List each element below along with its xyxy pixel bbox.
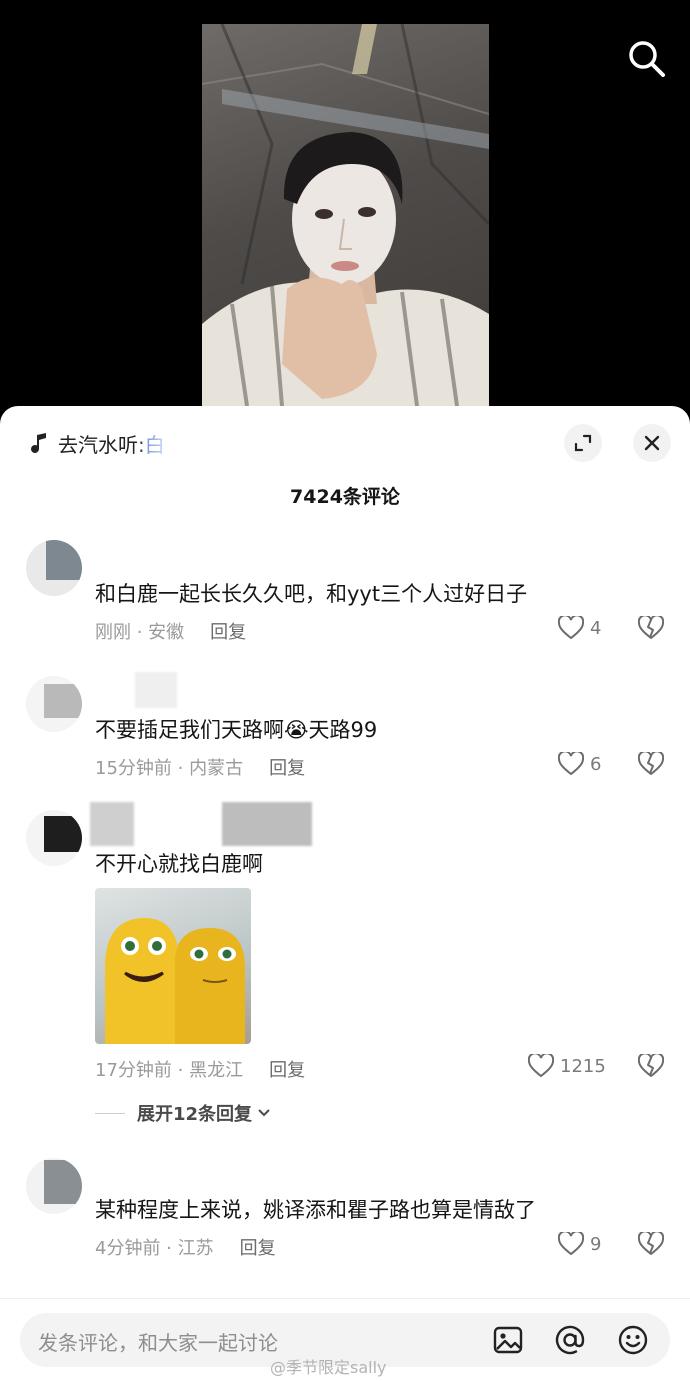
emoji-button[interactable] bbox=[617, 1324, 649, 1356]
reply-button[interactable]: 回复 bbox=[240, 1234, 276, 1260]
divider-line bbox=[95, 1112, 125, 1114]
avatar[interactable] bbox=[26, 810, 82, 866]
yellow-creatures-sticker bbox=[105, 918, 245, 1044]
comment-time-location: 刚刚 · 安徽 bbox=[95, 622, 185, 643]
broken-heart-icon bbox=[637, 1230, 665, 1255]
image-button[interactable] bbox=[492, 1324, 524, 1356]
blurred-username bbox=[90, 802, 134, 846]
at-icon bbox=[555, 1325, 585, 1355]
avatar[interactable] bbox=[26, 676, 82, 732]
heart-icon bbox=[558, 1232, 584, 1256]
reply-button[interactable]: 回复 bbox=[269, 754, 305, 780]
video-frame[interactable] bbox=[202, 24, 489, 406]
like-count: 4 bbox=[590, 617, 602, 639]
like-count: 1215 bbox=[560, 1055, 606, 1077]
blurred-username bbox=[135, 672, 177, 708]
like-button[interactable]: 6 bbox=[558, 752, 601, 776]
reply-button[interactable]: 回复 bbox=[269, 1056, 305, 1082]
reply-button[interactable]: 回复 bbox=[210, 618, 246, 644]
close-button[interactable] bbox=[633, 424, 671, 462]
blurred-username bbox=[222, 802, 312, 846]
comment-time-location: 4分钟前 · 江苏 bbox=[95, 1238, 214, 1259]
heart-icon bbox=[558, 752, 584, 776]
dislike-button[interactable] bbox=[637, 1052, 665, 1080]
avatar[interactable] bbox=[26, 540, 82, 596]
video-area[interactable] bbox=[0, 0, 690, 430]
smile-icon bbox=[618, 1325, 648, 1355]
heart-icon bbox=[558, 616, 584, 640]
comment-input-placeholder: 发条评论，和大家一起讨论 bbox=[38, 1331, 278, 1355]
broken-heart-icon bbox=[637, 750, 665, 775]
heart-icon bbox=[528, 1054, 554, 1078]
broken-heart-icon bbox=[637, 1052, 665, 1077]
search-button[interactable] bbox=[626, 38, 668, 80]
music-link-row[interactable]: 去汽水听: 白 bbox=[28, 428, 175, 458]
like-button[interactable]: 4 bbox=[558, 616, 601, 640]
comment-text: 某种程度上来说，姚译添和瞿子路也算是情敌了 bbox=[95, 1198, 536, 1222]
comment-meta: 4分钟前 · 江苏 回复 bbox=[95, 1234, 276, 1260]
expand-button[interactable] bbox=[564, 424, 602, 462]
comment-meta: 17分钟前 · 黑龙江 回复 bbox=[95, 1056, 305, 1082]
expand-replies-label: 展开12条回复 bbox=[137, 1104, 253, 1125]
music-fade bbox=[134, 431, 175, 455]
image-icon bbox=[493, 1326, 523, 1354]
dislike-button[interactable] bbox=[637, 1230, 665, 1258]
like-button[interactable]: 1215 bbox=[528, 1054, 606, 1078]
broken-heart-icon bbox=[637, 614, 665, 639]
comment-count: 7424条评论 bbox=[290, 486, 400, 508]
dislike-button[interactable] bbox=[637, 750, 665, 778]
bottom-input-bar: 发条评论，和大家一起讨论 @季节限定sally bbox=[0, 1298, 690, 1381]
sticker-image[interactable] bbox=[95, 888, 251, 1044]
comment-text: 不要插足我们天路啊😭天路99 bbox=[95, 718, 378, 742]
avatar[interactable] bbox=[26, 1158, 82, 1214]
expand-icon bbox=[574, 434, 592, 452]
search-icon bbox=[629, 41, 665, 77]
music-note-icon bbox=[31, 433, 46, 453]
video-thumbnail bbox=[202, 24, 489, 406]
like-count: 6 bbox=[590, 753, 602, 775]
dislike-button[interactable] bbox=[637, 614, 665, 642]
comment-time-location: 15分钟前 · 内蒙古 bbox=[95, 758, 244, 779]
like-button[interactable]: 9 bbox=[558, 1232, 601, 1256]
close-icon bbox=[644, 435, 660, 451]
music-prefix: 去汽水听: bbox=[58, 432, 145, 457]
comment-time-location: 17分钟前 · 黑龙江 bbox=[95, 1060, 244, 1081]
comment-text: 不开心就找白鹿啊 bbox=[95, 852, 263, 876]
comment-meta: 15分钟前 · 内蒙古 回复 bbox=[95, 754, 305, 780]
like-count: 9 bbox=[590, 1233, 602, 1255]
mention-button[interactable] bbox=[554, 1324, 586, 1356]
crying-emoji-icon: 😭 bbox=[284, 718, 309, 742]
comment-text: 和白鹿一起长长久久吧，和yyt三个人过好日子 bbox=[95, 582, 528, 606]
comment-meta: 刚刚 · 安徽 回复 bbox=[95, 618, 246, 644]
watermark: @季节限定sally bbox=[270, 1358, 387, 1377]
expand-replies-button[interactable]: 展开12条回复 bbox=[95, 1100, 272, 1126]
chevron-down-icon bbox=[258, 1109, 270, 1117]
comment-sheet: 去汽水听: 白 7424条评论 和白鹿一起长长久久吧，和yyt三个人过好日子 刚… bbox=[0, 406, 690, 1381]
